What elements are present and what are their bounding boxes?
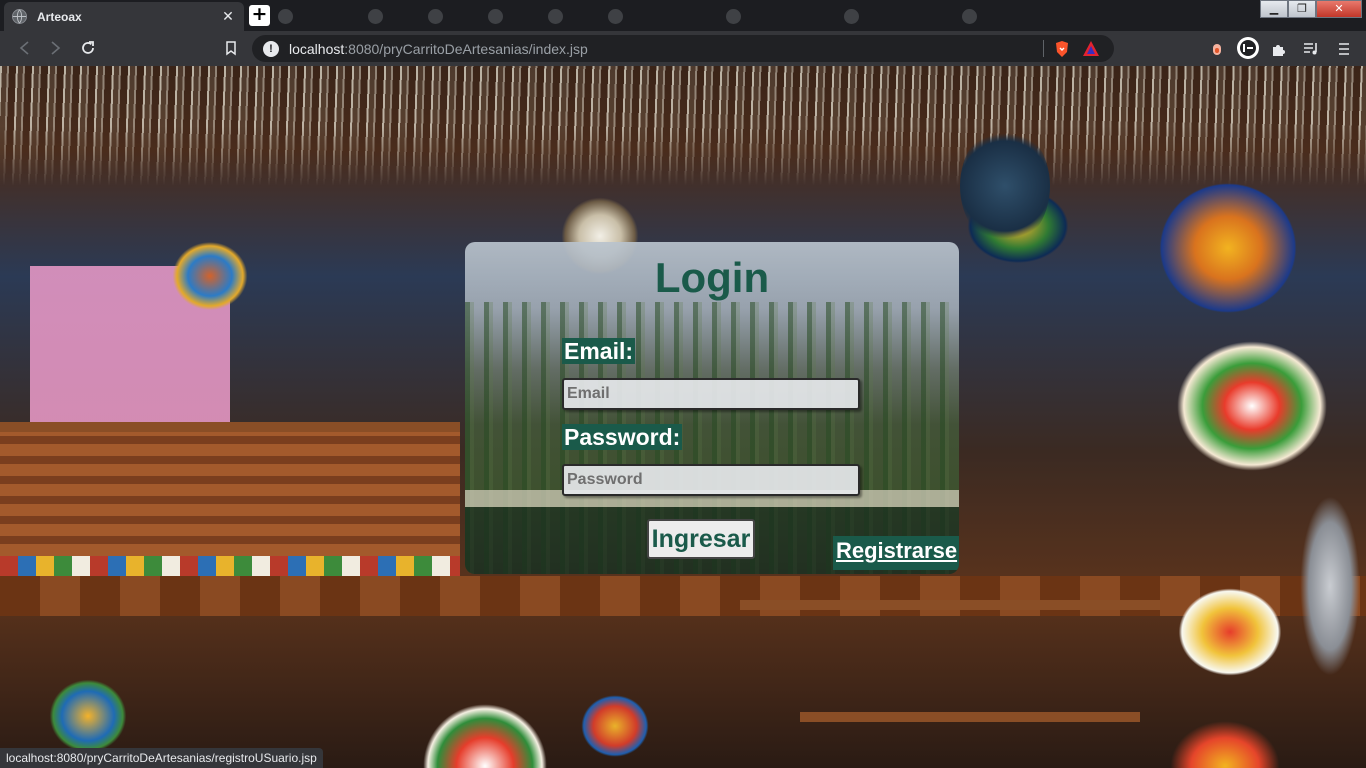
active-tab[interactable]: Arteoax ✕ bbox=[4, 2, 244, 31]
background-decoration bbox=[0, 66, 1366, 186]
background-tab[interactable] bbox=[368, 6, 391, 26]
tab-favicon-icon bbox=[548, 8, 563, 24]
password-label: Password: bbox=[562, 424, 683, 450]
site-info-icon[interactable]: ! bbox=[263, 40, 279, 57]
register-link[interactable]: Registrarse bbox=[833, 536, 959, 570]
window-controls: ▁ ❐ ✕ bbox=[1260, 0, 1362, 18]
restore-button[interactable]: ❐ bbox=[1288, 0, 1316, 18]
address-bar[interactable]: ! localhost:8080/pryCarritoDeArtesanias/… bbox=[252, 35, 1114, 62]
extensions-puzzle-icon[interactable] bbox=[1270, 40, 1288, 58]
omnibox-divider bbox=[1043, 40, 1044, 57]
extension-icon[interactable] bbox=[1236, 36, 1260, 60]
background-tab[interactable] bbox=[488, 6, 511, 26]
background-shelf bbox=[0, 422, 460, 432]
background-decoration bbox=[960, 126, 1050, 246]
login-card: Login Email: Password: Ingresar Registra… bbox=[465, 242, 959, 574]
background-tab[interactable] bbox=[608, 6, 631, 26]
tab-favicon-icon bbox=[844, 8, 859, 24]
extension-icon[interactable] bbox=[1208, 40, 1226, 58]
login-title: Login bbox=[654, 254, 770, 301]
email-field[interactable] bbox=[562, 378, 860, 410]
url-text: localhost:8080/pryCarritoDeArtesanias/in… bbox=[289, 40, 588, 57]
tab-title: Arteoax bbox=[37, 9, 82, 24]
globe-icon bbox=[12, 9, 27, 24]
reload-icon[interactable] bbox=[79, 39, 97, 57]
background-decoration bbox=[1300, 496, 1360, 676]
background-tab[interactable] bbox=[278, 6, 301, 26]
background-tab[interactable] bbox=[428, 6, 451, 26]
window-close-button[interactable]: ✕ bbox=[1316, 0, 1362, 18]
password-field[interactable] bbox=[562, 464, 860, 496]
tab-favicon-icon bbox=[368, 8, 383, 24]
browser-tab-strip: Arteoax ✕ + ▁ ❐ ✕ bbox=[0, 0, 1366, 31]
email-label: Email: bbox=[562, 338, 636, 364]
new-tab-button[interactable]: + bbox=[249, 5, 270, 26]
background-tab[interactable] bbox=[962, 6, 985, 26]
bookmark-icon[interactable] bbox=[222, 39, 240, 57]
brave-rewards-icon[interactable] bbox=[1082, 40, 1100, 57]
background-shelf bbox=[800, 712, 1140, 722]
tab-favicon-icon bbox=[278, 8, 293, 24]
back-icon[interactable] bbox=[16, 39, 34, 57]
page-background: Login Email: Password: Ingresar Registra… bbox=[0, 66, 1366, 768]
background-tab[interactable] bbox=[726, 6, 749, 26]
tab-close-icon[interactable]: ✕ bbox=[220, 9, 236, 25]
login-submit-button[interactable]: Ingresar bbox=[647, 519, 755, 559]
background-tab[interactable] bbox=[844, 6, 867, 26]
menu-icon[interactable] bbox=[1335, 40, 1353, 58]
playlist-icon[interactable] bbox=[1302, 40, 1320, 58]
tab-favicon-icon bbox=[488, 8, 503, 24]
minimize-button[interactable]: ▁ bbox=[1260, 0, 1288, 18]
browser-toolbar: ! localhost:8080/pryCarritoDeArtesanias/… bbox=[0, 31, 1366, 66]
status-bar-url: localhost:8080/pryCarritoDeArtesanias/re… bbox=[0, 748, 323, 768]
tab-favicon-icon bbox=[726, 8, 741, 24]
background-tab[interactable] bbox=[548, 6, 571, 26]
tab-favicon-icon bbox=[962, 8, 977, 24]
background-shelf bbox=[740, 600, 1160, 610]
forward-icon[interactable] bbox=[46, 39, 64, 57]
tab-favicon-icon bbox=[608, 8, 623, 24]
brave-shields-icon[interactable] bbox=[1054, 40, 1070, 58]
tab-favicon-icon bbox=[428, 8, 443, 24]
